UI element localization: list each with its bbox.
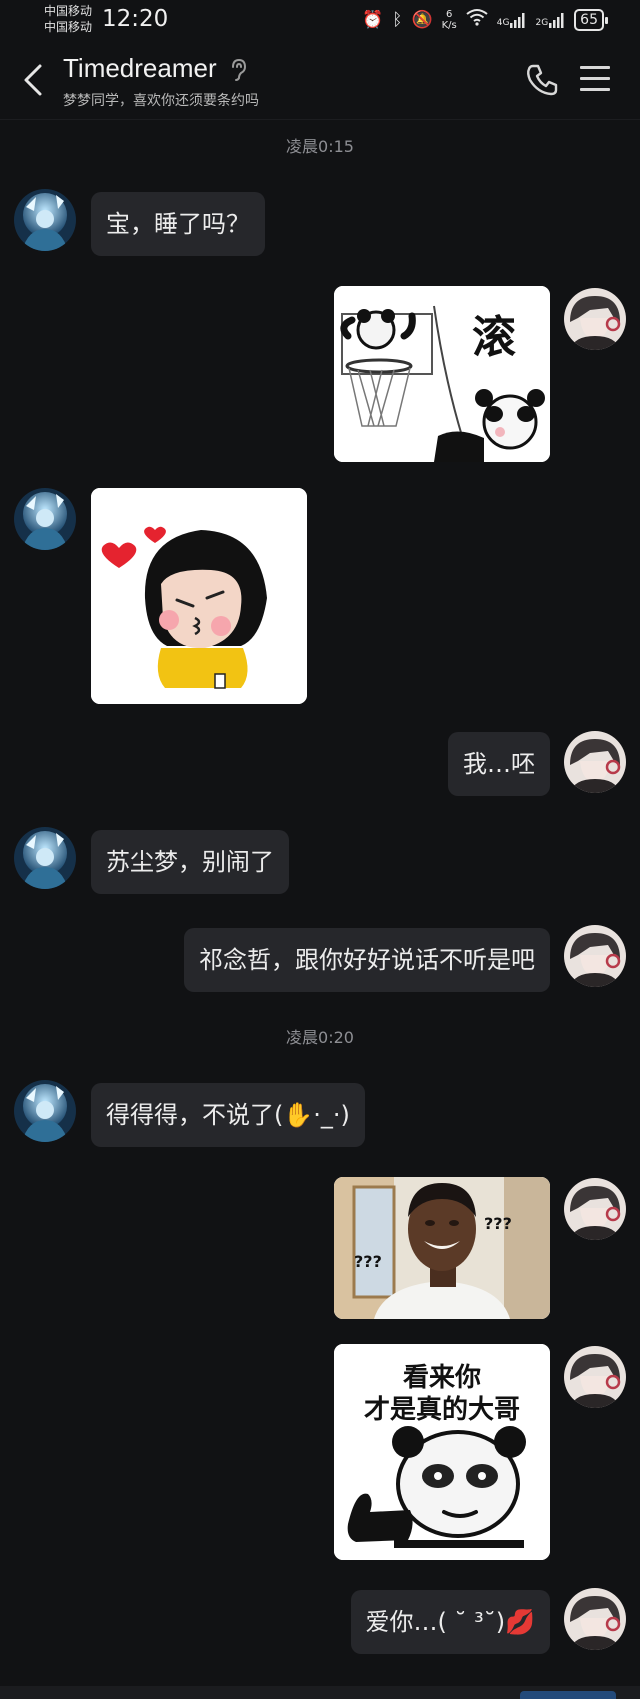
mute-icon: 🔕 [411,9,433,30]
contact-avatar[interactable] [14,827,76,889]
carrier-info: 中国移动 中国移动 [44,3,92,35]
message-bubble-received[interactable]: 得得得，不说了(✋·_·) [91,1083,365,1147]
carrier-2: 中国移动 [44,20,93,34]
sticker-text-question-left: ??? [354,1252,382,1271]
net-speed: 6 K/s [441,8,457,31]
user-avatar[interactable] [564,925,626,987]
timestamp: 凌晨0:15 [286,137,354,156]
alarm-icon: ⏰ [362,9,384,30]
status-icons: ⏰ ᛒ 🔕 6 K/s 4G 2G 65 [362,8,608,31]
wifi-icon [466,8,488,31]
sticker-text-gun: 滚 [472,312,516,363]
battery-indicator: 65 [574,8,608,31]
sticker-panda-thumbs-up[interactable]: 看来你 才是真的大哥 [334,1344,550,1560]
user-avatar[interactable] [564,1178,626,1240]
message-bubble-sent[interactable]: 爱你…( ˘ ³˘)💋 [350,1590,550,1654]
back-button[interactable] [18,58,48,102]
contact-avatar[interactable] [14,488,76,550]
status-bar: 中国移动 中国移动 12:20 ⏰ ᛒ 🔕 6 K/s 4G 2G 65 [0,0,640,40]
user-avatar[interactable] [564,731,626,793]
contact-name[interactable]: Timedreamer [63,53,217,84]
sticker-text-line-1: 看来你 [403,1363,481,1393]
menu-button[interactable] [580,66,610,94]
user-avatar[interactable] [564,288,626,350]
timestamp: 凌晨0:20 [286,1028,354,1047]
chat-header: Timedreamer 梦梦同学，喜欢你还须要条约吗 [0,40,640,120]
ear-icon [228,58,250,82]
input-bar-edge [0,1686,640,1699]
sticker-text-line-2: 才是真的大哥 [364,1394,520,1425]
user-avatar[interactable] [564,1588,626,1650]
user-avatar[interactable] [564,1346,626,1408]
chevron-left-icon [24,64,42,96]
message-bubble-sent[interactable]: 祁念哲，跟你好好说话不听是吧 [184,928,550,992]
message-bubble-sent[interactable]: 我…呸 [448,732,550,796]
signal-icon-2: 2G [535,12,565,28]
contact-signature: 梦梦同学，喜欢你还须要条约吗 [63,93,259,109]
carrier-1: 中国移动 [44,4,93,18]
status-time: 12:20 [102,6,169,32]
bluetooth-icon: ᛒ [392,9,403,30]
send-area-hint[interactable] [520,1691,616,1699]
signal-icon-1: 4G [497,12,527,28]
contact-avatar[interactable] [14,1080,76,1142]
phone-icon [527,64,558,96]
sticker-kiss-girl[interactable] [91,488,307,704]
sticker-panda-basketball[interactable]: 滚 [334,286,550,462]
sticker-text-question-right: ??? [484,1214,512,1233]
call-button[interactable] [524,62,560,98]
message-bubble-received[interactable]: 宝，睡了吗？ [91,192,265,256]
message-bubble-received[interactable]: 苏尘梦，别闹了 [91,830,289,894]
contact-avatar[interactable] [14,189,76,251]
menu-icon [580,66,610,69]
sticker-confused-man[interactable]: ??? ??? [334,1177,550,1319]
